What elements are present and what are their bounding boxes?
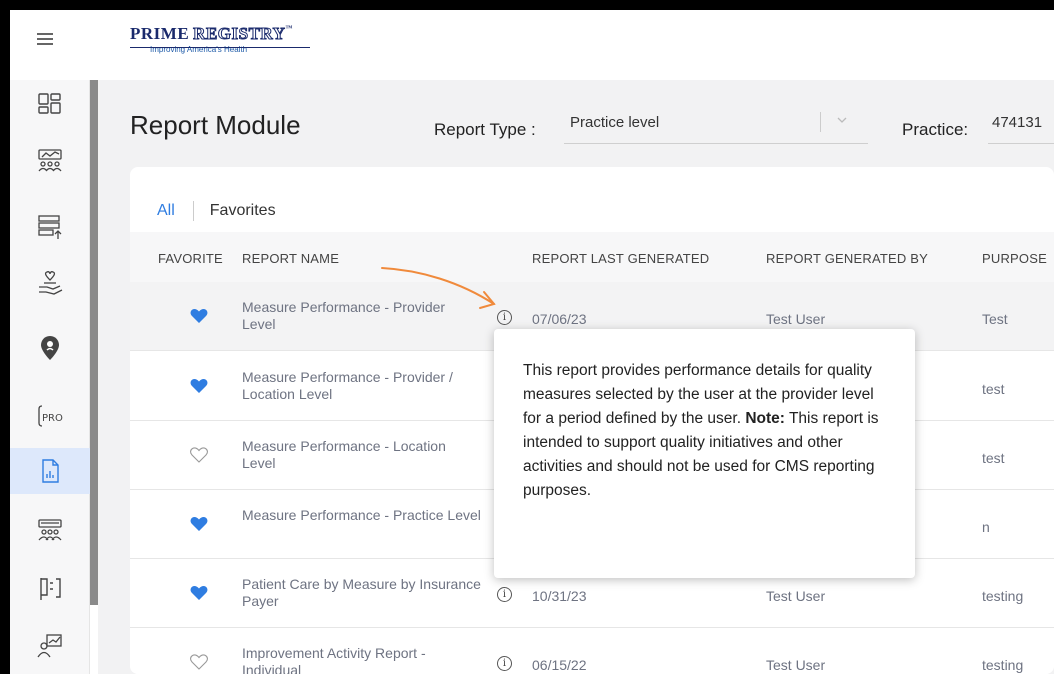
window-frame-top	[0, 0, 1054, 10]
header-favorite[interactable]: FAVORITE	[158, 251, 223, 266]
report-type-label: Report Type :	[434, 120, 536, 139]
svg-text:PRO: PRO	[42, 413, 63, 424]
report-date: 06/15/22	[532, 657, 587, 673]
trend-user-icon	[37, 634, 62, 658]
header-last-generated[interactable]: REPORT LAST GENERATED	[532, 251, 709, 266]
report-name-link[interactable]: Patient Care by Measure by Insurance Pay…	[242, 576, 482, 610]
sidebar-item-location[interactable]	[10, 325, 90, 371]
sidebar-item-measures[interactable]	[10, 566, 90, 612]
sidebar: PRO	[10, 80, 90, 674]
tooltip-note-label: Note:	[745, 410, 785, 427]
tab-all[interactable]: All	[157, 202, 175, 220]
window-frame-left	[0, 0, 10, 674]
dashboard-icon	[38, 93, 61, 114]
chevron-down-icon[interactable]	[836, 114, 848, 126]
table-row[interactable]: Improvement Activity Report - Individual…	[130, 628, 1054, 674]
header-report-name[interactable]: REPORT NAME	[242, 251, 339, 266]
top-bar: PRIME REGISTRY™ Improving America's Healt…	[10, 10, 1054, 80]
favorite-heart-filled-icon[interactable]	[190, 378, 208, 394]
report-purpose: testing	[982, 657, 1024, 673]
sidebar-scrollbar[interactable]	[90, 80, 98, 605]
page-title: Report Module	[130, 110, 301, 140]
report-name-link[interactable]: Measure Performance - Provider / Locatio…	[242, 369, 482, 403]
report-description-tooltip: This report provides performance details…	[494, 329, 915, 578]
pro-icon: PRO	[38, 405, 63, 427]
report-purpose: testing	[982, 588, 1024, 604]
favorite-heart-filled-icon[interactable]	[190, 308, 208, 324]
tab-favorites[interactable]: Favorites	[210, 202, 276, 220]
flag-measure-icon	[40, 578, 61, 600]
select-separator	[820, 112, 821, 132]
report-type-select[interactable]: Practice level	[564, 102, 868, 144]
report-date: 07/06/23	[532, 311, 587, 327]
table-header: FAVORITE REPORT NAME REPORT LAST GENERAT…	[130, 232, 1054, 282]
tab-divider	[192, 201, 194, 221]
header-purpose[interactable]: PURPOSE	[982, 251, 1047, 266]
hamburger-menu-icon[interactable]	[37, 33, 53, 45]
logo-underline	[130, 47, 310, 48]
sidebar-item-pro[interactable]: PRO	[10, 393, 90, 439]
report-tabs: All Favorites	[157, 201, 276, 221]
report-name-link[interactable]: Improvement Activity Report - Individual	[242, 645, 482, 674]
report-type-value: Practice level	[570, 114, 660, 131]
favorite-heart-filled-icon[interactable]	[190, 516, 208, 532]
report-purpose: n	[982, 519, 990, 535]
report-icon	[42, 459, 59, 483]
report-purpose: test	[982, 381, 1005, 397]
data-upload-icon	[38, 215, 62, 239]
report-generated-by: Test User	[766, 657, 826, 673]
favorite-heart-outline-icon[interactable]	[190, 654, 208, 670]
report-name-link[interactable]: Measure Performance - Location Level	[242, 438, 482, 472]
population-icon	[38, 149, 62, 172]
sidebar-item-care[interactable]	[10, 260, 90, 306]
sidebar-item-population[interactable]	[10, 138, 90, 184]
info-icon[interactable]: i	[497, 656, 512, 671]
info-icon[interactable]: i	[497, 587, 512, 602]
practice-value: 474131	[992, 114, 1043, 131]
care-hand-icon	[39, 271, 63, 295]
report-purpose: test	[982, 450, 1005, 466]
annotation-arrow-icon	[381, 267, 496, 309]
sidebar-item-patient-groups[interactable]	[10, 508, 90, 554]
report-generated-by: Test User	[766, 588, 826, 604]
sidebar-item-dashboard[interactable]	[10, 82, 90, 128]
patient-group-icon	[38, 519, 62, 541]
prime-registry-logo[interactable]: PRIME REGISTRY™ Improving America's Healt…	[130, 24, 310, 54]
report-date: 10/31/23	[532, 588, 587, 604]
report-generated-by: Test User	[766, 311, 826, 327]
logo-wordmark: PRIME REGISTRY™	[130, 24, 293, 44]
practice-label: Practice:	[902, 120, 969, 139]
sidebar-item-trends[interactable]	[10, 623, 90, 669]
sidebar-item-data-upload[interactable]	[10, 204, 90, 250]
header-generated-by[interactable]: REPORT GENERATED BY	[766, 251, 928, 266]
favorite-heart-filled-icon[interactable]	[190, 585, 208, 601]
practice-select[interactable]: 474131	[988, 102, 1054, 144]
sidebar-item-reports[interactable]	[10, 448, 90, 494]
report-name-link[interactable]: Measure Performance - Practice Level	[242, 507, 482, 524]
location-pin-icon	[41, 336, 59, 360]
favorite-heart-outline-icon[interactable]	[190, 447, 208, 463]
report-purpose: Test	[982, 311, 1008, 327]
